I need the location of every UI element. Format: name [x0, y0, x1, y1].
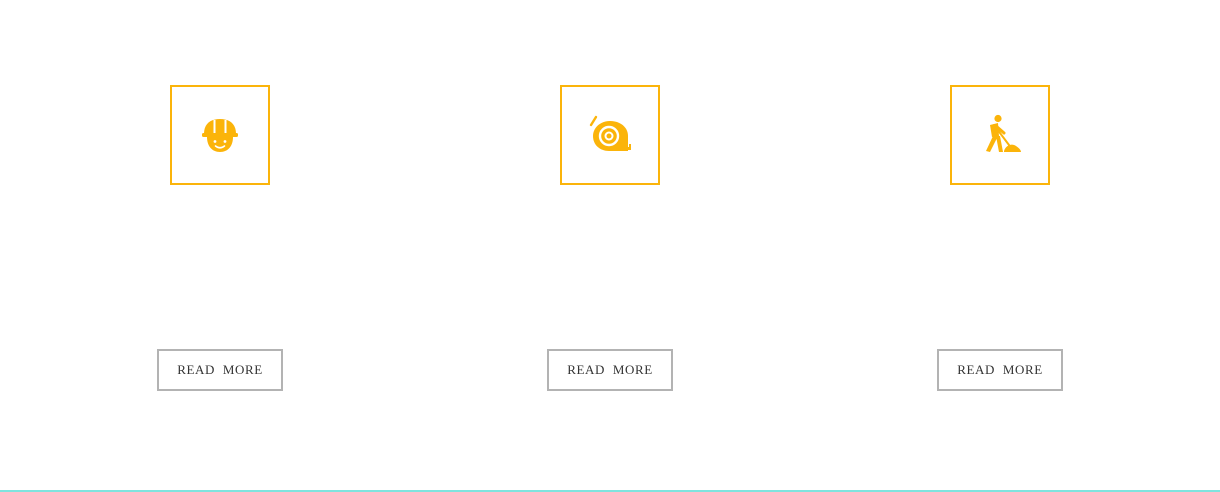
tape-measure-icon: [589, 115, 631, 151]
icon-frame: [950, 85, 1050, 185]
read-more-button[interactable]: READ MORE: [157, 349, 283, 391]
construction-worker-icon: [202, 119, 238, 152]
icon-frame: [560, 85, 660, 185]
service-card-digging: READ MORE: [805, 0, 1195, 490]
services-section: READ MORE READ MORE READ MORE: [0, 0, 1220, 490]
read-more-button[interactable]: READ MORE: [547, 349, 673, 391]
read-more-button[interactable]: READ MORE: [937, 349, 1063, 391]
service-card-worker: READ MORE: [25, 0, 415, 490]
service-card-measure: READ MORE: [415, 0, 805, 490]
worker-shoveling-icon: [986, 114, 1021, 152]
icon-frame: [170, 85, 270, 185]
